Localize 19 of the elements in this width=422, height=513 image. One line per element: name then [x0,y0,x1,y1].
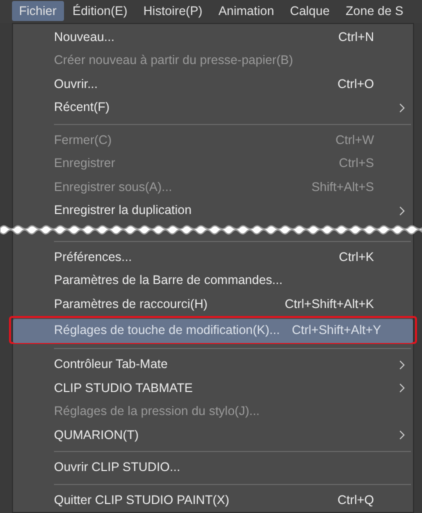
menu-item[interactable]: Récent(F) [13,96,413,120]
menu-bar-item[interactable]: Calque [283,1,337,22]
menu-item[interactable]: Ouvrir CLIP STUDIO... [13,456,413,480]
menu-item[interactable]: Enregistrer la duplication [13,199,413,222]
menu-item[interactable]: Paramètres de la Barre de commandes... [13,269,413,292]
menu-item[interactable]: Ouvrir... Ctrl+O [13,72,413,96]
menu-item[interactable]: Contrôleur Tab-Mate [13,353,413,376]
menu-item[interactable]: Préférences... Ctrl+K [13,246,413,269]
menu-item[interactable]: QUMARION(T) [13,424,413,447]
menu-item[interactable]: Réglages de touche de modification(K)... Ctrl+Shift+Alt+Y [13,319,413,342]
menu-bar-item[interactable]: Histoire(P) [136,1,210,22]
menu-bar-item[interactable]: Zone de S [338,1,410,22]
menu-item[interactable]: Paramètres de raccourci(H) Ctrl+Shift+Alt+K [13,292,413,316]
menu-item[interactable]: Quitter CLIP STUDIO PAINT(X) Ctrl+Q [13,488,413,512]
menu-bar-item[interactable]: Édition(E) [66,1,134,22]
menu-bar-item[interactable]: Animation [211,1,282,22]
menu-bar-item[interactable]: Fichier [12,1,64,22]
menu-item[interactable]: Nouveau... Ctrl+N [13,26,413,49]
menu-item[interactable]: CLIP STUDIO TABMATE [13,376,413,400]
